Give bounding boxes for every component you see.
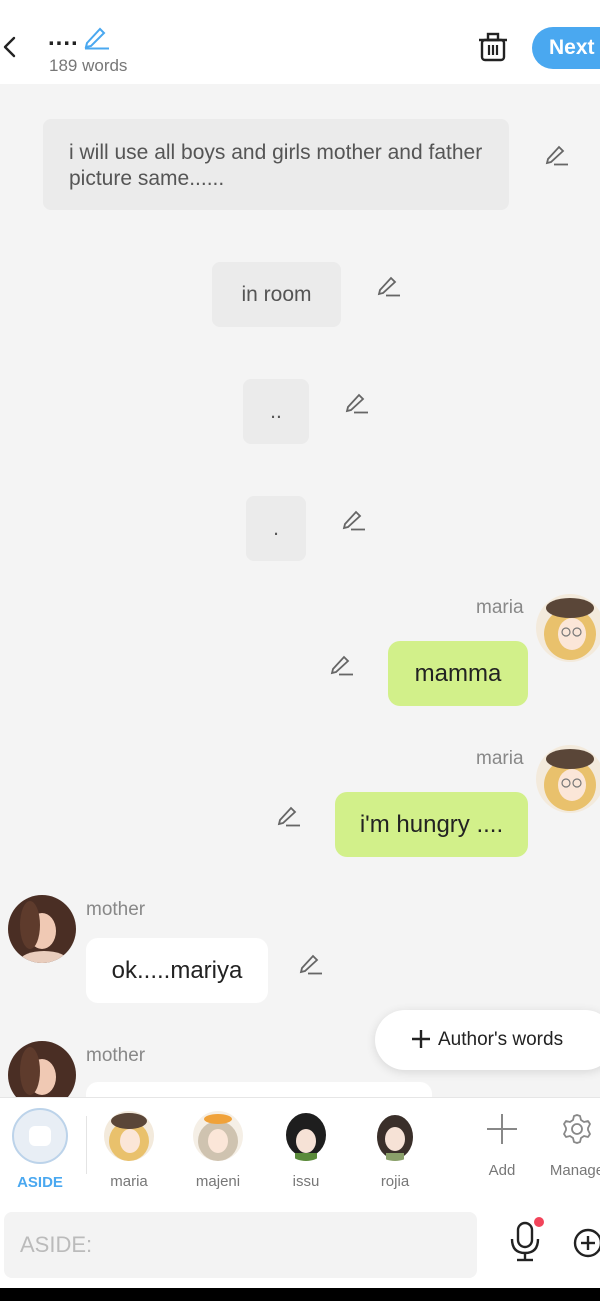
back-arrow-icon[interactable]	[0, 30, 22, 64]
message-text: ok.....mariya	[111, 957, 243, 984]
avatar-mother[interactable]	[8, 895, 76, 963]
character-maria[interactable]: maria	[99, 1111, 159, 1190]
avatar-maria	[104, 1111, 154, 1161]
narration-text: i will use all boys and girls mother and…	[69, 141, 483, 190]
edit-title-icon[interactable]	[82, 24, 110, 50]
speaker-name: mother	[86, 899, 146, 920]
message-bubble[interactable]	[86, 1082, 432, 1097]
edit-pencil-icon[interactable]	[328, 651, 354, 677]
word-count: 189 words	[49, 56, 128, 75]
narration-bubble[interactable]: in room	[212, 262, 341, 327]
edit-pencil-icon[interactable]	[275, 802, 301, 828]
character-aside[interactable]: ASIDE	[10, 1108, 70, 1191]
narration-text: .	[273, 517, 279, 540]
add-label: Add	[488, 1162, 516, 1179]
plus-icon	[487, 1114, 517, 1144]
add-character-button[interactable]: Add	[477, 1112, 527, 1179]
character-name: rojia	[380, 1173, 410, 1190]
character-name: maria	[110, 1173, 148, 1190]
speaker-name: maria	[476, 597, 524, 618]
message-text: mamma	[414, 660, 502, 687]
speaker-name: maria	[476, 748, 524, 769]
aside-label: ASIDE	[17, 1174, 63, 1191]
message-bubble[interactable]: ok.....mariya	[86, 938, 268, 1003]
authors-words-button[interactable]: Author's words	[375, 1010, 600, 1070]
character-majeni[interactable]: majeni	[188, 1111, 248, 1190]
avatar-issu	[281, 1111, 331, 1161]
character-name: majeni	[195, 1173, 241, 1190]
edit-pencil-icon[interactable]	[340, 506, 366, 532]
input-bar: ASIDE:	[0, 1201, 600, 1288]
top-bar: .... 189 words Next	[0, 0, 600, 84]
story-title[interactable]: ....	[48, 24, 79, 52]
message-bubble[interactable]: i'm hungry ....	[335, 792, 528, 857]
gear-icon	[563, 1114, 591, 1144]
message-input[interactable]: ASIDE:	[4, 1212, 477, 1278]
avatar-majeni	[193, 1111, 243, 1161]
avatar-rojia	[370, 1111, 420, 1161]
message-text: i'm hungry ....	[359, 811, 504, 838]
aside-icon	[12, 1108, 68, 1164]
notification-dot	[534, 1217, 544, 1227]
narration-bubble[interactable]: .	[246, 496, 306, 561]
avatar-maria[interactable]	[536, 594, 600, 662]
next-button[interactable]: Next	[532, 27, 600, 69]
avatar-maria[interactable]	[536, 745, 600, 813]
character-rojia[interactable]: rojia	[365, 1111, 425, 1190]
navigation-bar-edge	[0, 1288, 600, 1301]
speaker-name: mother	[86, 1045, 146, 1066]
character-bar: ASIDE maria majeni issu rojia Add Manage	[0, 1097, 600, 1202]
authors-words-label: Author's words	[438, 1029, 564, 1050]
narration-text: ..	[270, 400, 282, 423]
edit-pencil-icon[interactable]	[297, 950, 323, 976]
narration-bubble[interactable]: i will use all boys and girls mother and…	[43, 119, 509, 210]
add-circle-icon[interactable]	[573, 1228, 600, 1258]
edit-pencil-icon[interactable]	[343, 389, 369, 415]
manage-button[interactable]: Manage	[547, 1112, 600, 1179]
edit-pencil-icon[interactable]	[543, 141, 569, 167]
chat-area: i will use all boys and girls mother and…	[0, 84, 600, 1097]
edit-pencil-icon[interactable]	[375, 272, 401, 298]
plus-icon	[412, 1030, 430, 1048]
narration-text: in room	[241, 283, 312, 306]
character-name: issu	[292, 1173, 320, 1190]
divider	[86, 1116, 87, 1174]
narration-bubble[interactable]: ..	[243, 379, 309, 444]
message-bubble[interactable]: mamma	[388, 641, 528, 706]
character-issu[interactable]: issu	[276, 1111, 336, 1190]
manage-label: Manage	[549, 1162, 600, 1179]
trash-icon[interactable]	[476, 30, 510, 64]
avatar-mother[interactable]	[8, 1041, 76, 1097]
